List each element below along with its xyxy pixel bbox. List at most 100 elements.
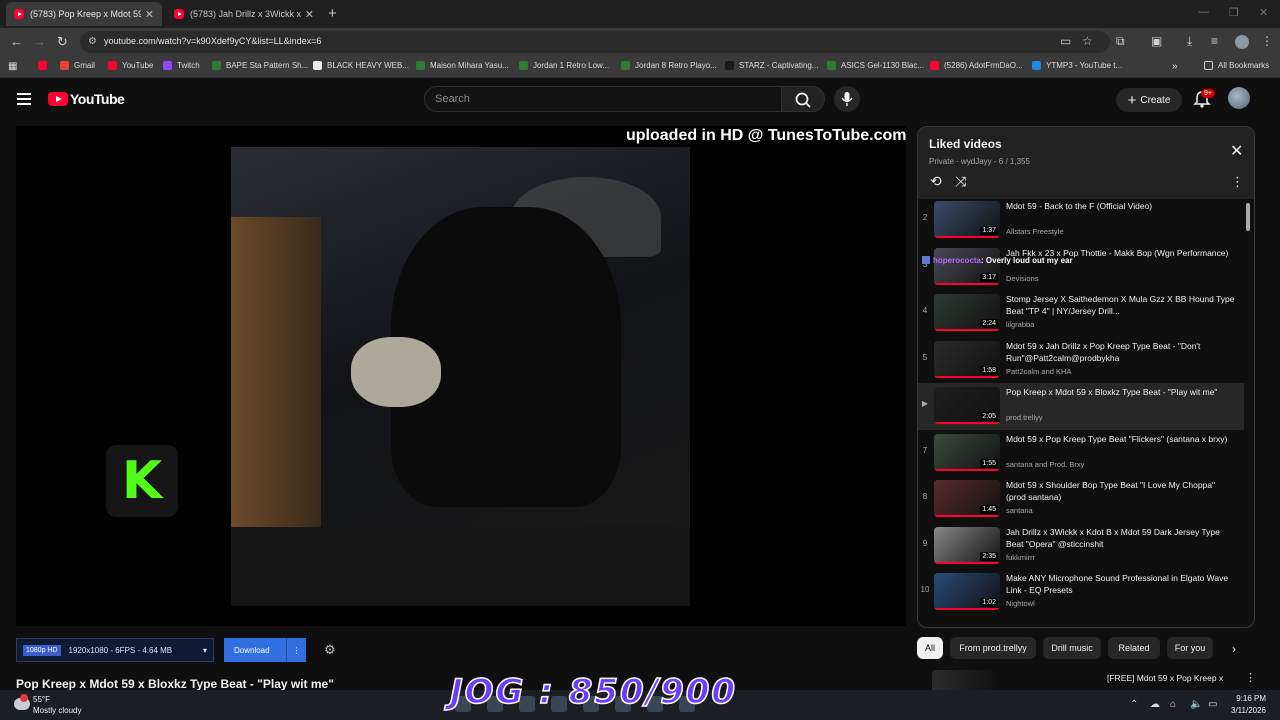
battery-icon[interactable]: ▭ (1208, 699, 1217, 710)
search-input[interactable]: Search (424, 86, 782, 112)
clock-time[interactable]: 9:16 PM (1226, 694, 1266, 703)
filter-chip[interactable]: For you (1167, 637, 1213, 659)
browser-profile-avatar[interactable] (1235, 35, 1249, 49)
playlist-item-title[interactable]: Stomp Jersey X Saithedemon X Mula Gzz X … (1006, 293, 1236, 317)
apps-grid-icon[interactable]: ▦ (8, 61, 17, 72)
bookmark-item[interactable]: Maison Mihara Yasu... (416, 61, 509, 70)
reload-icon[interactable]: ↻ (57, 34, 68, 50)
browser-tab[interactable]: (5783) Jah Drillz x 3Wickk x Kdot ✕ (166, 2, 322, 26)
maximize-icon[interactable]: ❐ (1229, 6, 1239, 19)
close-icon[interactable]: ✕ (1230, 141, 1243, 161)
quality-select[interactable]: 1080p HD 1920x1080 - 6FPS - 4.64 MB ▾ (16, 638, 214, 662)
playlist-item[interactable]: 5 1:58 Mdot 59 x Jah Drillz x Pop Kreep Ty… (918, 337, 1244, 384)
browser-menu-icon[interactable]: ⋮ (1261, 34, 1273, 48)
shuffle-icon[interactable]: ⤨ (955, 173, 966, 190)
playlist-item[interactable]: 3 3:17 Jah Fkk x 23 x Pop Thottie - Makk B… (918, 244, 1244, 291)
bookmark-item[interactable]: BAPE Sta Pattern Sh... (212, 61, 308, 70)
playlist-item-channel[interactable]: lilgrabba (1006, 320, 1034, 329)
settings-gear-icon[interactable]: ⚙ (324, 642, 336, 658)
filter-chip[interactable]: Related (1108, 637, 1160, 659)
playlist-item-channel[interactable]: fukkmirrr (1006, 553, 1035, 562)
filter-chip[interactable]: From prod.trellyy (950, 637, 1036, 659)
browser-tab-active[interactable]: (5783) Pop Kreep x Mdot 59 x Bl ✕ (6, 2, 162, 26)
tab-close-icon[interactable]: ✕ (305, 8, 314, 21)
bookmarks-overflow-icon[interactable]: » (1172, 61, 1178, 72)
more-options-icon[interactable]: ⋮ (1231, 174, 1244, 190)
menu-hamburger-icon[interactable] (17, 93, 31, 105)
playlist-item-title[interactable]: Mdot 59 x Shoulder Bop Type Beat "I Love… (1006, 479, 1236, 503)
create-button[interactable]: + Create (1116, 88, 1182, 112)
playlist-item[interactable]: 7 1:55 Mdot 59 x Pop Kreep Type Beat "Flic… (918, 430, 1244, 477)
video-thumbnail[interactable]: 2:35 (934, 526, 1000, 564)
bookmark-item[interactable]: BLACK HEAVY WEB... (313, 61, 409, 70)
new-tab-button[interactable]: + (328, 5, 337, 22)
video-thumbnail[interactable]: 2:05 (934, 387, 1000, 424)
all-bookmarks-folder[interactable]: All Bookmarks (1204, 61, 1269, 70)
back-arrow-icon[interactable]: ← (10, 34, 23, 49)
video-thumbnail[interactable]: 1:37 (934, 201, 1000, 238)
playlist-item-channel[interactable]: Patt2calm and KHA (1006, 367, 1071, 376)
sidebar-icon[interactable]: ▣ (1151, 34, 1162, 48)
playlist-item-title[interactable]: Pop Kreep x Mdot 59 x Bloxkz Type Beat -… (1006, 386, 1236, 398)
playlist-item[interactable]: 2 1:37 Mdot 59 - Back to the F (Official V… (918, 199, 1244, 244)
video-thumbnail[interactable]: 1:02 (934, 573, 1000, 610)
playlist-item[interactable]: 10 1:02 Make ANY Microphone Sound Professi… (918, 569, 1244, 616)
download-button[interactable]: Download ⋮ (224, 638, 306, 662)
bookmark-item[interactable]: YouTube (108, 61, 153, 70)
bookmark-item[interactable]: ASICS Gel-1130 Blac... (827, 61, 924, 70)
more-options-icon[interactable]: ⋮ (1245, 671, 1256, 684)
tab-close-icon[interactable]: ✕ (145, 8, 154, 21)
playlist-item-title[interactable]: Mdot 59 x Jah Drillz x Pop Kreep Type Be… (1006, 340, 1236, 364)
chevron-right-icon[interactable]: › (1232, 642, 1236, 656)
bookmark-item[interactable] (38, 61, 52, 70)
site-info-icon[interactable]: ⚙ (88, 36, 97, 47)
loop-icon[interactable]: ⟲ (930, 173, 942, 190)
video-thumbnail[interactable]: 2:24 (934, 294, 1000, 331)
playlist-item-title[interactable]: Jah Drillz x 3Wickk x Kdot B x Mdot 59 D… (1006, 526, 1236, 550)
video-thumbnail[interactable]: 3:17 (934, 247, 1000, 285)
extensions-icon[interactable]: ⧉ (1116, 34, 1125, 49)
playlist-item[interactable]: ▶ 2:05 Pop Kreep x Mdot 59 x Bloxkz Type B… (918, 383, 1244, 430)
filter-chip[interactable]: Drill music (1043, 637, 1101, 659)
bookmark-item[interactable]: STARZ - Captivating... (725, 61, 818, 70)
window-close-icon[interactable]: ✕ (1259, 6, 1268, 19)
playlist-item-channel[interactable]: santana (1006, 506, 1033, 515)
playlist-item-channel[interactable]: prod.trellyy (1006, 413, 1043, 422)
download-options-icon[interactable]: ⋮ (286, 638, 306, 662)
playlist-item-channel[interactable]: santana and Prod. Brxy (1006, 460, 1084, 469)
playlist-item-title[interactable]: Mdot 59 - Back to the F (Official Video) (1006, 200, 1236, 212)
youtube-logo-text[interactable]: YouTube (70, 91, 125, 107)
tray-cloud-icon[interactable]: ☁ (1150, 699, 1160, 710)
playlist-item-channel[interactable]: Nightowl (1006, 599, 1035, 608)
network-icon[interactable]: ⌂ (1170, 699, 1176, 710)
clock-date[interactable]: 3/11/2026 (1220, 706, 1266, 715)
volume-icon[interactable]: 🔈 (1190, 699, 1202, 710)
cast-icon[interactable]: ▭ (1060, 34, 1071, 48)
forward-arrow-icon[interactable]: → (33, 34, 46, 49)
youtube-logo-icon[interactable] (48, 92, 68, 106)
bookmark-star-icon[interactable]: ☆ (1082, 34, 1093, 48)
tray-chevron-up-icon[interactable]: ⌃ (1130, 699, 1138, 710)
video-thumbnail[interactable]: 1:58 (934, 340, 1000, 378)
url-text[interactable]: youtube.com/watch?v=k90Xdef9yCY&list=LL&… (104, 36, 321, 46)
search-button[interactable] (781, 86, 825, 112)
playlist-item-title[interactable]: Make ANY Microphone Sound Professional i… (1006, 572, 1236, 596)
bookmark-item[interactable]: YTMP3 - YouTube t... (1032, 61, 1122, 70)
playlist-item-channel[interactable]: Devisions (1006, 274, 1039, 283)
minimize-icon[interactable]: — (1198, 6, 1209, 18)
download-icon[interactable]: ⤓ (1187, 34, 1192, 49)
playlist-scrollbar[interactable] (1246, 203, 1250, 231)
bookmark-item[interactable]: Jordan 1 Retro Low... (519, 61, 609, 70)
playlist-item[interactable]: 4 2:24 Stomp Jersey X Saithedemon X Mula G… (918, 290, 1244, 337)
filter-chip[interactable]: All (917, 637, 943, 659)
playlist-item[interactable]: 9 2:35 Jah Drillz x 3Wickk x Kdot B x Mdot… (918, 523, 1244, 570)
next-video-item[interactable]: [FREE] Mdot 59 x Pop Kreep x ⋮ (932, 668, 1256, 690)
playlist-item-channel[interactable]: Allstars Freestyle (1006, 227, 1064, 236)
bookmark-item[interactable]: Twitch (163, 61, 200, 70)
address-bar[interactable]: ⚙ youtube.com/watch?v=k90Xdef9yCY&list=L… (80, 31, 1110, 53)
video-player[interactable]: uploaded in HD @ TunesToTube.com K (16, 126, 906, 626)
playlist-item[interactable]: 8 1:45 Mdot 59 x Shoulder Bop Type Beat "I… (918, 476, 1244, 523)
playlist-title[interactable]: Liked videos (929, 137, 1002, 151)
media-controls-icon[interactable]: ≡ (1211, 34, 1218, 48)
bookmark-item[interactable]: (5286) AdotFrmDaO... (930, 61, 1023, 70)
